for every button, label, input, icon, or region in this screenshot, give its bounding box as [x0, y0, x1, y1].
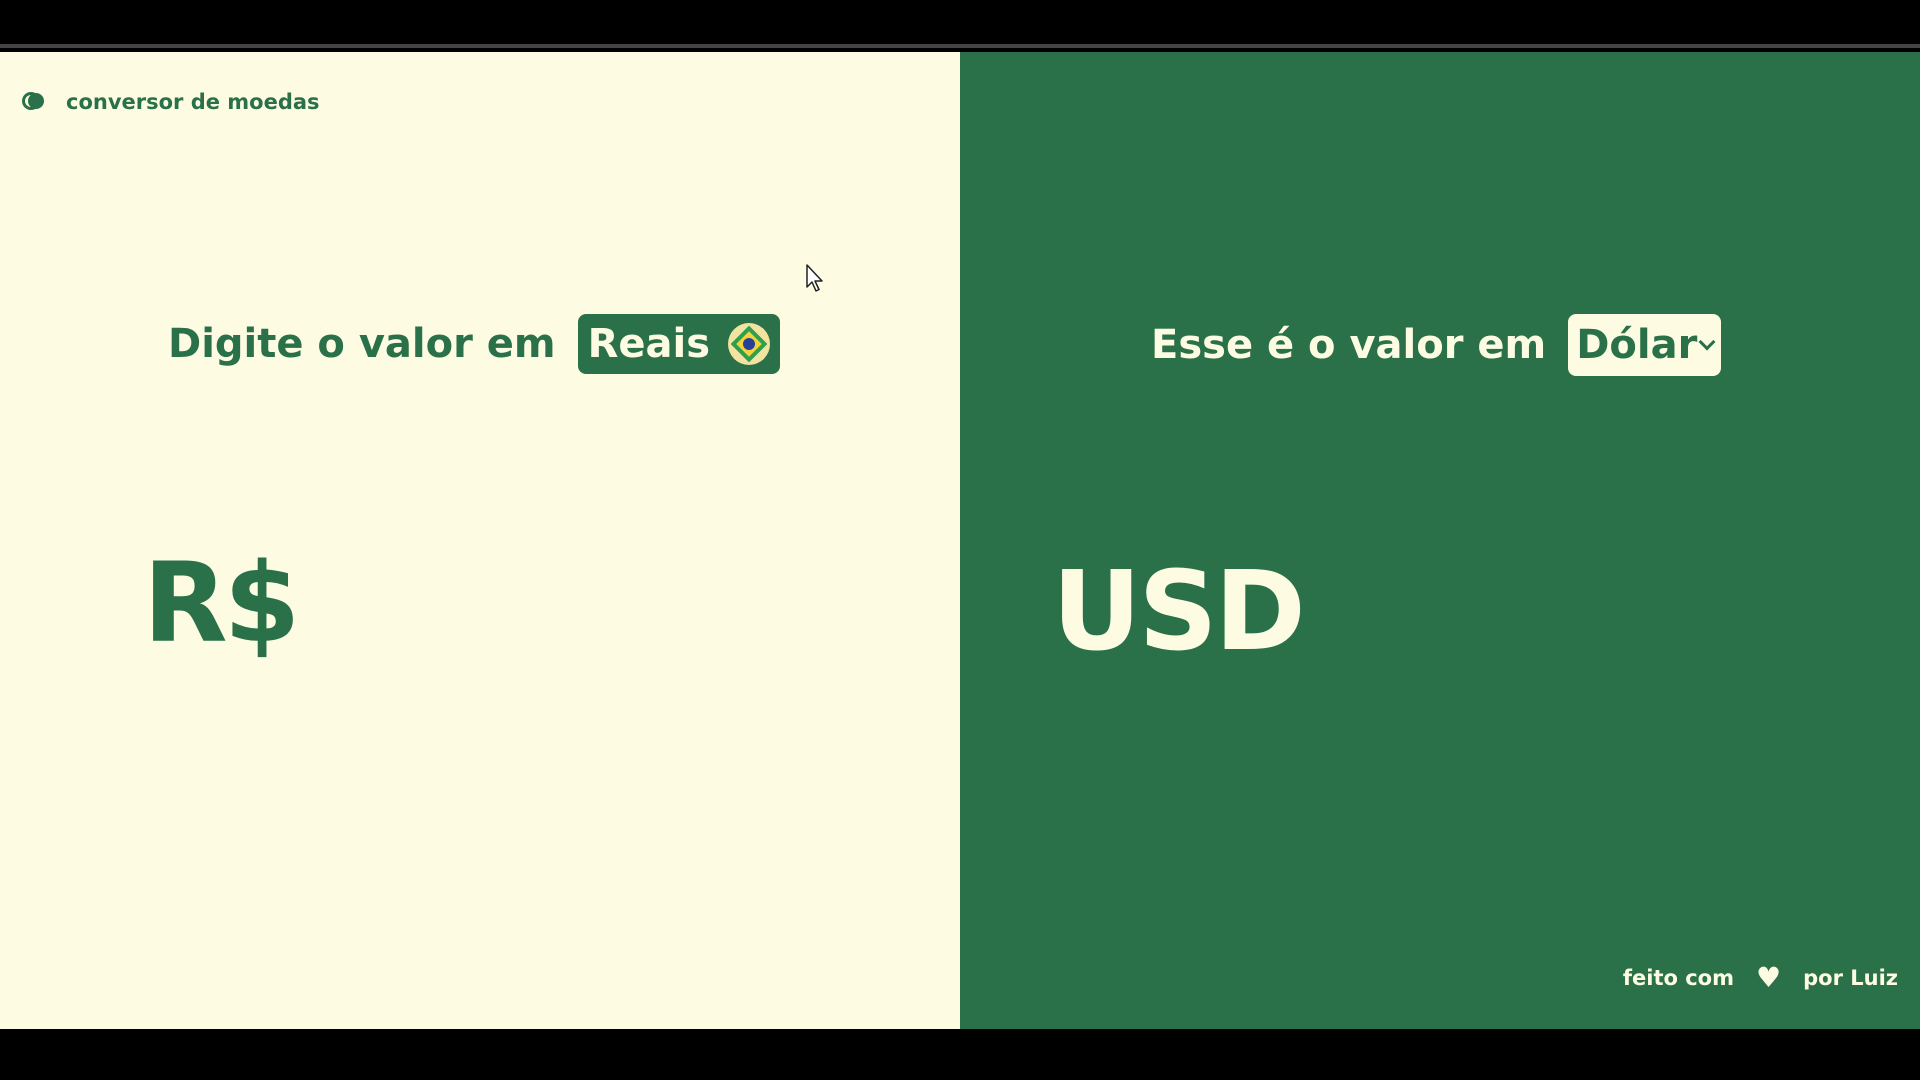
- footer-prefix: feito com: [1622, 966, 1734, 990]
- output-heading-text: Esse é o valor em: [1151, 322, 1547, 368]
- brazil-flag-icon: [728, 323, 771, 365]
- source-currency-label: Reais: [587, 321, 711, 367]
- brand-title: conversor de moedas: [66, 90, 320, 114]
- output-heading: Esse é o valor em Dólar: [1151, 314, 1722, 376]
- source-currency-symbol: R$: [143, 539, 300, 667]
- target-currency-label: Dólar: [1576, 322, 1698, 368]
- brand: conversor de moedas: [22, 86, 320, 118]
- source-currency-badge: Reais: [577, 314, 781, 374]
- target-currency-symbol: USD: [1052, 547, 1306, 675]
- chevron-down-icon: [1698, 333, 1716, 351]
- input-heading-text: Digite o valor em: [168, 321, 556, 367]
- amount-input[interactable]: [330, 560, 894, 672]
- mouse-cursor-icon: [806, 264, 823, 292]
- output-panel: [960, 52, 1920, 1029]
- converted-value: [1340, 560, 1840, 670]
- bottom-frame-bar: [0, 1029, 1920, 1080]
- heart-icon: ♥: [1756, 961, 1782, 994]
- target-currency-select[interactable]: Dólar: [1568, 314, 1722, 376]
- toggle-circle-icon: [22, 92, 46, 112]
- input-heading: Digite o valor em Reais: [168, 314, 781, 374]
- footer: feito com ♥ por Luiz: [1623, 964, 1898, 992]
- footer-author: por Luiz: [1803, 966, 1898, 990]
- top-frame-bar: [0, 0, 1920, 48]
